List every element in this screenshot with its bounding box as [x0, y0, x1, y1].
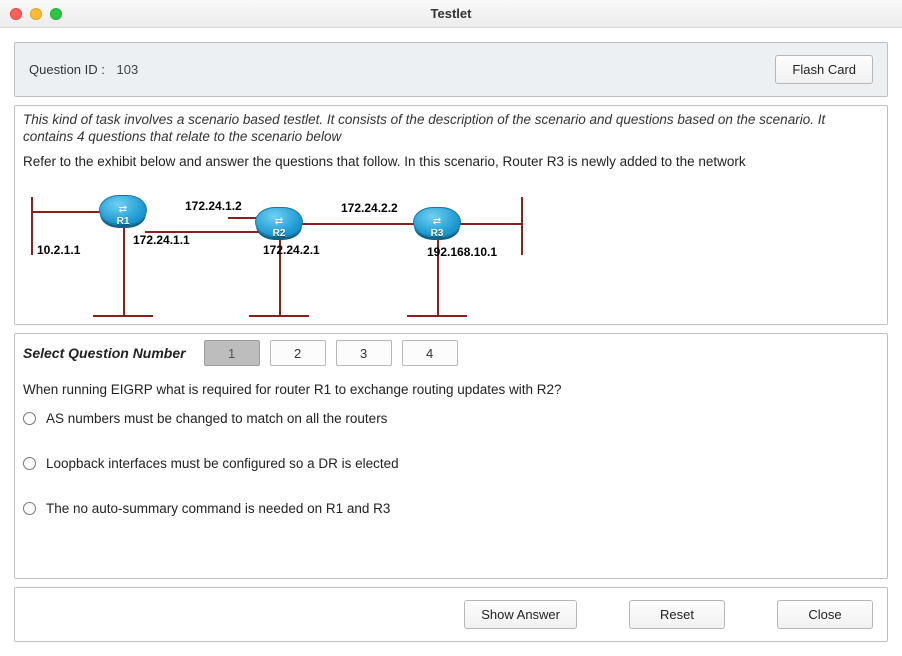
ip-r1-right: 172.24.1.1 [133, 233, 190, 247]
ip-r2-left: 172.24.1.2 [185, 199, 242, 213]
link-lan-r1 [31, 211, 101, 213]
window-body: Question ID : 103 Flash Card This kind o… [0, 28, 902, 656]
flash-card-button[interactable]: Flash Card [775, 55, 873, 84]
question-inner: Select Question Number 1 2 3 4 When runn… [15, 334, 887, 554]
stub-r3-bottom [407, 315, 467, 317]
stub-r1-bottom [93, 315, 153, 317]
lan-segment-left [31, 197, 33, 255]
reset-button[interactable]: Reset [629, 600, 725, 629]
option-label-0[interactable]: AS numbers must be changed to match on a… [46, 411, 387, 426]
link-r2-upper-left [228, 217, 258, 219]
router-r1-label: R1 [100, 216, 146, 227]
option-row-2: The no auto-summary command is needed on… [23, 501, 879, 516]
scenario-description: This kind of task involves a scenario ba… [23, 112, 877, 146]
router-r3-label: R3 [414, 228, 460, 239]
qid-value: 103 [117, 62, 139, 77]
option-radio-1[interactable] [23, 457, 36, 470]
question-header-panel: Question ID : 103 Flash Card [14, 42, 888, 97]
scenario-inner: This kind of task involves a scenario ba… [15, 106, 887, 325]
link-r3-lan-right [459, 223, 521, 225]
minimize-window-icon[interactable] [30, 8, 42, 20]
close-window-icon[interactable] [10, 8, 22, 20]
ip-r1-left: 10.2.1.1 [37, 243, 80, 257]
ip-r3-right: 192.168.10.1 [427, 245, 497, 259]
traffic-lights [0, 8, 62, 20]
option-row-0: AS numbers must be changed to match on a… [23, 411, 879, 426]
question-tab-1[interactable]: 1 [204, 340, 260, 366]
router-r2-icon: ⇄ R2 [255, 207, 303, 237]
question-id-label: Question ID : 103 [29, 62, 138, 77]
option-radio-0[interactable] [23, 412, 36, 425]
lan-segment-right [521, 197, 523, 255]
scenario-panel[interactable]: This kind of task involves a scenario ba… [14, 105, 888, 325]
qid-label-text: Question ID : [29, 62, 105, 77]
link-r2-r3 [301, 223, 415, 225]
question-number-selector-row: Select Question Number 1 2 3 4 [23, 336, 879, 376]
router-r1-icon: ⇄ R1 [99, 195, 147, 225]
option-radio-2[interactable] [23, 502, 36, 515]
option-row-1: Loopback interfaces must be configured s… [23, 456, 879, 471]
show-answer-button[interactable]: Show Answer [464, 600, 577, 629]
option-label-2[interactable]: The no auto-summary command is needed on… [46, 501, 390, 516]
ip-r2-right: 172.24.2.1 [263, 243, 320, 257]
option-label-1[interactable]: Loopback interfaces must be configured s… [46, 456, 399, 471]
question-tab-group: 1 2 3 4 [204, 340, 458, 366]
ip-r3-left: 172.24.2.2 [341, 201, 398, 215]
window-title: Testlet [0, 6, 902, 21]
question-tab-2[interactable]: 2 [270, 340, 326, 366]
stub-r2-bottom [249, 315, 309, 317]
stub-r1 [123, 223, 125, 315]
close-button[interactable]: Close [777, 600, 873, 629]
network-topology-diagram: ⇄ R1 ⇄ R2 ⇄ R3 10.2.1.1 172.24.1.1 172.2… [23, 183, 543, 325]
scenario-instruction: Refer to the exhibit below and answer th… [23, 154, 877, 171]
question-text: When running EIGRP what is required for … [23, 382, 879, 397]
router-r3-icon: ⇄ R3 [413, 207, 461, 237]
select-question-number-label: Select Question Number [23, 345, 186, 361]
question-tab-4[interactable]: 4 [402, 340, 458, 366]
zoom-window-icon[interactable] [50, 8, 62, 20]
footer-panel: Show Answer Reset Close [14, 587, 888, 642]
question-panel[interactable]: Select Question Number 1 2 3 4 When runn… [14, 333, 888, 579]
router-r2-label: R2 [256, 228, 302, 239]
window-titlebar: Testlet [0, 0, 902, 28]
question-tab-3[interactable]: 3 [336, 340, 392, 366]
